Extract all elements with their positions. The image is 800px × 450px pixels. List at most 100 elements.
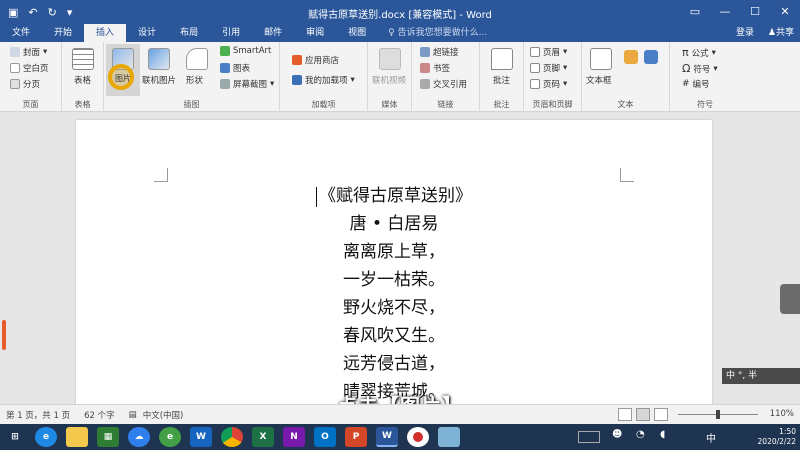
table-button[interactable]: 表格 (74, 74, 91, 86)
wifi-icon[interactable]: ◔ (636, 429, 645, 440)
poem-title: 《赋得古原草送别》 (76, 182, 712, 210)
zoom-slider-knob[interactable] (716, 410, 720, 419)
document-page[interactable]: 《赋得古原草送别》 唐 • 白居易 离离原上草， 一岁一枯荣。 野火烧不尽， 春… (76, 120, 712, 410)
wps-icon[interactable]: W (190, 427, 212, 447)
bookmark-button[interactable]: 书签 (420, 62, 450, 74)
blank-page-icon (10, 63, 20, 73)
view-buttons (618, 408, 668, 421)
tell-me-box[interactable]: ♀ 告诉我您想要做什么... (378, 24, 487, 42)
folder-icon[interactable] (438, 427, 460, 447)
store-button[interactable]: 应用商店 (292, 54, 339, 66)
tab-view[interactable]: 视图 (336, 24, 378, 42)
textbox-button[interactable]: 文本框 (586, 74, 612, 86)
chart-button[interactable]: 图表 (220, 62, 250, 74)
volume-icon[interactable]: ◖ (660, 429, 665, 440)
tab-insert[interactable]: 插入 (84, 24, 127, 42)
excel-icon[interactable]: X (252, 427, 274, 447)
web-layout-icon[interactable] (654, 408, 668, 421)
header-button[interactable]: 页眉 ▾ (530, 46, 567, 58)
my-addins-button[interactable]: 我的加载项 ▾ (292, 74, 355, 86)
maximize-icon[interactable]: ☐ (740, 0, 770, 24)
footer-button[interactable]: 页脚 ▾ (530, 62, 567, 74)
smartart-button[interactable]: SmartArt (220, 46, 271, 56)
page-number-button[interactable]: 页码 ▾ (530, 78, 567, 90)
edge-icon[interactable]: e (35, 427, 57, 447)
print-layout-icon[interactable] (636, 408, 650, 421)
record-dot-icon (413, 432, 423, 442)
side-panel-handle[interactable] (780, 284, 800, 314)
redo-icon[interactable]: ↻ (48, 6, 57, 19)
online-picture-button[interactable]: 联机图片 (142, 74, 176, 86)
comment-icon[interactable] (491, 48, 513, 70)
minimize-icon[interactable]: — (710, 0, 740, 24)
windows-start-icon[interactable]: ⊞ (4, 427, 26, 447)
screenshot-button[interactable]: 屏幕截图 ▾ (220, 78, 274, 90)
ribbon-tabs: 文件 开始 插入 设计 布局 引用 邮件 审阅 视图 ♀ 告诉我您想要做什么..… (0, 24, 800, 42)
word-icon[interactable]: W (376, 427, 398, 447)
proofing-icon[interactable]: ▤ (129, 410, 137, 420)
customize-icon[interactable]: ▾ (67, 6, 73, 19)
online-video-icon[interactable] (379, 48, 401, 70)
online-video-button[interactable]: 联机视频 (372, 74, 406, 86)
blank-page-button[interactable]: 空白页 (10, 62, 49, 74)
cover-page-button[interactable]: 封面 ▾ (10, 46, 47, 58)
login-link[interactable]: 登录 (736, 24, 754, 42)
file-explorer-icon[interactable] (66, 427, 88, 447)
numbering-button[interactable]: # 编号 (682, 78, 710, 90)
cross-reference-button[interactable]: 交叉引用 (420, 78, 467, 90)
undo-icon[interactable]: ↶ (28, 6, 37, 19)
powerpoint-icon[interactable]: P (345, 427, 367, 447)
poem-text[interactable]: 《赋得古原草送别》 唐 • 白居易 离离原上草， 一岁一枯荣。 野火烧不尽， 春… (76, 182, 712, 406)
picture-button[interactable]: 图片 (115, 73, 131, 84)
scroll-handle-left[interactable] (2, 320, 6, 350)
tab-review[interactable]: 审阅 (294, 24, 336, 42)
tab-home[interactable]: 开始 (42, 24, 84, 42)
wordart-icon[interactable] (644, 50, 658, 64)
qq-icon[interactable]: ☻ (612, 429, 622, 440)
ie-icon[interactable]: e (159, 427, 181, 447)
keyboard-icon[interactable] (578, 431, 600, 443)
shapes-icon[interactable] (186, 48, 208, 70)
ime-toolbar[interactable]: 中 °, 半 (722, 368, 800, 384)
hyperlink-button[interactable]: 超链接 (420, 46, 459, 58)
read-mode-icon[interactable] (618, 408, 632, 421)
page-info[interactable]: 第 1 页，共 1 页 (6, 409, 70, 421)
ribbon: 封面 ▾ 空白页 分页 页面 表格 表格 图片 联机图片 形状 SmartArt… (0, 42, 800, 112)
tab-references[interactable]: 引用 (210, 24, 252, 42)
store-icon[interactable]: ▦ (97, 427, 119, 447)
textbox-icon[interactable] (590, 48, 612, 70)
close-icon[interactable]: ✕ (770, 0, 800, 24)
record-icon[interactable] (407, 427, 429, 447)
group-comments: 批注 批注 (480, 42, 524, 112)
group-label-links: 链接 (437, 100, 454, 109)
page-break-button[interactable]: 分页 (10, 78, 40, 90)
tab-mailings[interactable]: 邮件 (252, 24, 294, 42)
table-icon[interactable] (72, 48, 94, 70)
tab-design[interactable]: 设计 (126, 24, 168, 42)
baidu-netdisk-icon[interactable]: ☁ (128, 427, 150, 447)
chrome-icon[interactable] (221, 427, 243, 447)
clock[interactable]: 1:50 2020/2/22 (758, 424, 796, 450)
tab-file[interactable]: 文件 (0, 24, 43, 42)
poem-line: 野火烧不尽， (343, 298, 445, 318)
language[interactable]: 中文(中国) (143, 409, 184, 421)
group-label-media: 媒体 (381, 100, 398, 109)
comment-button[interactable]: 批注 (493, 74, 510, 86)
ribbon-display-icon[interactable]: ▭ (680, 0, 710, 24)
shapes-button[interactable]: 形状 (186, 74, 203, 86)
quick-parts-icon[interactable] (624, 50, 638, 64)
tab-layout[interactable]: 布局 (168, 24, 210, 42)
onenote-icon[interactable]: N (283, 427, 305, 447)
online-picture-icon[interactable] (148, 48, 170, 70)
poem-line: 离离原上草， (343, 242, 445, 262)
ime-indicator[interactable]: 中 (706, 430, 716, 445)
outlook-icon[interactable]: O (314, 427, 336, 447)
word-count[interactable]: 62 个字 (84, 409, 115, 421)
equation-button[interactable]: π 公式 ▾ (682, 46, 716, 59)
save-icon[interactable]: ▣ (8, 6, 18, 19)
zoom-level[interactable]: 110% (770, 409, 794, 419)
group-addins: 应用商店 我的加载项 ▾ 加载项 (280, 42, 368, 112)
cover-page-icon (10, 47, 20, 57)
symbol-button[interactable]: Ω 符号 ▾ (682, 62, 718, 75)
share-button[interactable]: ♟共享 (768, 24, 794, 42)
